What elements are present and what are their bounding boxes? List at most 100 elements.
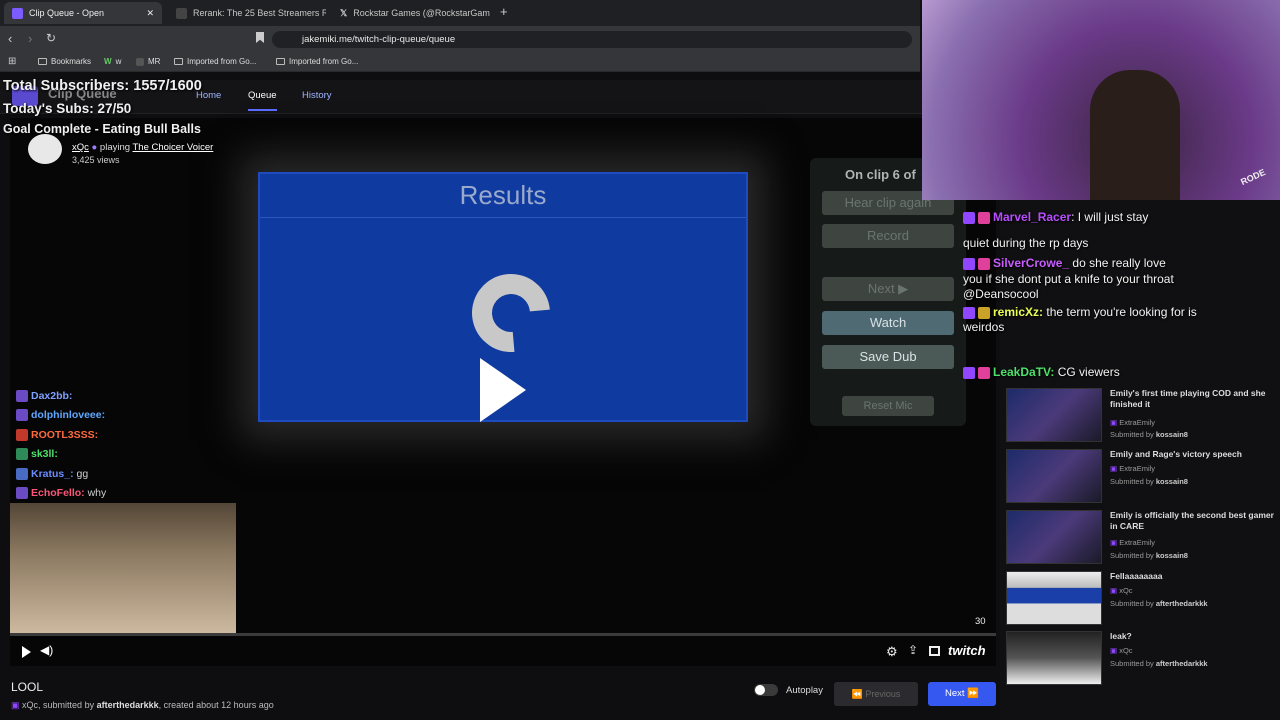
- watch-button[interactable]: Watch: [822, 311, 954, 335]
- close-tab-icon[interactable]: ✕: [146, 8, 154, 19]
- streamer-figure: [1090, 70, 1180, 200]
- chat-line: EchoFello: why: [16, 487, 106, 500]
- save-dub-button[interactable]: Save Dub: [822, 345, 954, 369]
- new-tab-icon[interactable]: +: [500, 4, 508, 19]
- bits-badge-icon: [978, 306, 990, 319]
- goal-overlay: Goal Complete - Eating Bull Balls: [3, 122, 201, 136]
- chat-line: Dax2bb:: [16, 390, 72, 403]
- play-overlay-icon[interactable]: [480, 358, 526, 422]
- chat-user: LeakDaTV:: [993, 365, 1055, 379]
- chat-user: remicXz:: [993, 305, 1044, 319]
- queue-thumbnail: [1006, 571, 1102, 625]
- twitch-icon: ▣: [1110, 646, 1118, 655]
- today-subs-overlay: Today's Subs: 27/50: [3, 101, 132, 116]
- queue-submitter: kossain8: [1155, 430, 1188, 439]
- bookmark-item[interactable]: Bookmarks: [38, 57, 91, 66]
- settings-gear-icon[interactable]: ⚙: [886, 644, 898, 660]
- nav-queue[interactable]: Queue: [248, 90, 277, 111]
- forward-icon[interactable]: ›: [28, 31, 32, 46]
- tab-clip-queue[interactable]: Clip Queue - Open ✕: [4, 2, 162, 24]
- clip-channel[interactable]: xQc: [22, 700, 38, 710]
- bookmark-item[interactable]: Imported from Go...: [174, 57, 256, 66]
- submitted-by-label: Submitted by: [1110, 477, 1154, 486]
- sub-badge-icon: [16, 487, 28, 500]
- tab-rockstar[interactable]: 𝕏 Rockstar Games (@RockstarGames) /: [332, 2, 490, 24]
- queue-item[interactable]: Emily and Rage's victory speech ▣ ExtraE…: [1006, 449, 1278, 507]
- clip-created: , created about 12 hours ago: [158, 700, 274, 710]
- queue-submitter: kossain8: [1155, 551, 1188, 560]
- rode-mic-label: RODE: [1239, 166, 1267, 188]
- queue-submitter-line: Submitted by afterthedarkkk: [1110, 659, 1208, 668]
- chat-message: : I will just stay: [1071, 210, 1149, 224]
- reset-mic-button[interactable]: Reset Mic: [842, 396, 934, 416]
- queue-item[interactable]: Fellaaaaaaaa ▣ xQc Submitted by afterthe…: [1006, 571, 1278, 629]
- bookmark-icon[interactable]: [256, 32, 264, 43]
- submitted-by-label: Submitted by: [1110, 430, 1154, 439]
- chat-message: quiet during the rp days: [963, 236, 1089, 250]
- stream-chat-line: remicXz: the term you're looking for is: [963, 305, 1197, 319]
- game-link[interactable]: The Choicer Voicer: [133, 142, 214, 153]
- bookmark-label: MR: [148, 57, 161, 66]
- verified-icon: ●: [91, 142, 98, 153]
- queue-submitter: afterthedarkkk: [1155, 599, 1208, 608]
- bookmark-item[interactable]: MR: [136, 57, 160, 66]
- tab-rerank[interactable]: Rerank: The 25 Best Streamers Right: [168, 2, 326, 24]
- channel-link[interactable]: xQc: [72, 142, 89, 153]
- queue-submitter: afterthedarkkk: [1155, 659, 1208, 668]
- queue-title: Fellaaaaaaaa: [1110, 571, 1163, 581]
- queue-channel-line: ▣ ExtraEmily: [1110, 464, 1155, 473]
- stream-chat-line: SilverCrowe_ do she really love: [963, 256, 1166, 270]
- sub-badge-icon: [16, 390, 28, 403]
- chat-line: ROOTL3SSS:: [16, 429, 98, 442]
- queue-thumbnail: [1006, 510, 1102, 564]
- back-icon[interactable]: ‹: [8, 31, 12, 46]
- next-button[interactable]: Next ⏩: [928, 682, 996, 706]
- submitted-by-label: Submitted by: [1110, 551, 1154, 560]
- queue-item[interactable]: Emily's first time playing COD and she f…: [1006, 388, 1278, 446]
- queue-submitter: kossain8: [1155, 477, 1188, 486]
- seek-bar[interactable]: [10, 633, 996, 636]
- bookmark-label: Bookmarks: [51, 57, 92, 66]
- tab-title: Clip Queue - Open: [29, 8, 105, 18]
- play-icon[interactable]: [22, 646, 31, 658]
- nav-history[interactable]: History: [302, 90, 332, 101]
- chat-message: you if she dont put a knife to your thro…: [963, 272, 1174, 286]
- queue-channel: xQc: [1119, 586, 1133, 595]
- streamer-webcam-inset: [10, 503, 236, 633]
- apps-grid-icon[interactable]: ⊞: [8, 56, 16, 67]
- next-game-button[interactable]: Next ▶: [822, 277, 954, 301]
- chat-user: Kratus_:: [31, 468, 74, 480]
- fullscreen-icon[interactable]: [929, 646, 940, 656]
- chat-message: gg: [76, 468, 89, 480]
- twitch-icon: ▣: [1110, 586, 1118, 595]
- volume-icon[interactable]: ◀): [40, 643, 53, 657]
- share-icon[interactable]: ⇪: [908, 643, 918, 657]
- queue-thumbnail: [1006, 388, 1102, 442]
- queue-item[interactable]: leak? ▣ xQc Submitted by afterthedarkkk: [1006, 631, 1278, 689]
- previous-button[interactable]: ⏪ Previous: [834, 682, 918, 706]
- reload-icon[interactable]: ↻: [46, 31, 56, 45]
- channel-avatar[interactable]: [28, 134, 62, 164]
- chat-message: the term you're looking for is: [1046, 305, 1197, 319]
- stream-chat-line: weirdos: [963, 320, 1004, 334]
- queue-channel: ExtraEmily: [1119, 538, 1156, 547]
- queue-title: Emily and Rage's victory speech: [1110, 449, 1242, 459]
- heart-badge-icon: [16, 429, 28, 442]
- autoplay-control[interactable]: Autoplay: [754, 684, 823, 696]
- queue-channel: ExtraEmily: [1119, 418, 1156, 427]
- autoplay-toggle[interactable]: [754, 684, 778, 696]
- chat-line: sk3ll:: [16, 448, 58, 461]
- twitch-badge-icon: [963, 257, 975, 270]
- autoplay-label: Autoplay: [786, 684, 823, 696]
- url-field[interactable]: jakemiki.me/twitch-clip-queue/queue: [272, 31, 912, 48]
- queue-title: Emily's first time playing COD and she f…: [1110, 388, 1266, 409]
- twitch-logo[interactable]: twitch: [948, 643, 986, 658]
- bookmark-item[interactable]: Imported from Go...: [276, 57, 358, 66]
- clip-progress-label: On clip 6 of: [845, 167, 916, 182]
- browser-tab-strip: Clip Queue - Open ✕ Rerank: The 25 Best …: [0, 0, 920, 26]
- streamer-webcam: RODE: [922, 0, 1280, 200]
- queue-item[interactable]: Emily is officially the second best game…: [1006, 510, 1278, 568]
- record-button[interactable]: Record: [822, 224, 954, 248]
- queue-title: Emily is officially the second best game…: [1110, 510, 1274, 531]
- bookmark-item[interactable]: Ww: [104, 57, 121, 66]
